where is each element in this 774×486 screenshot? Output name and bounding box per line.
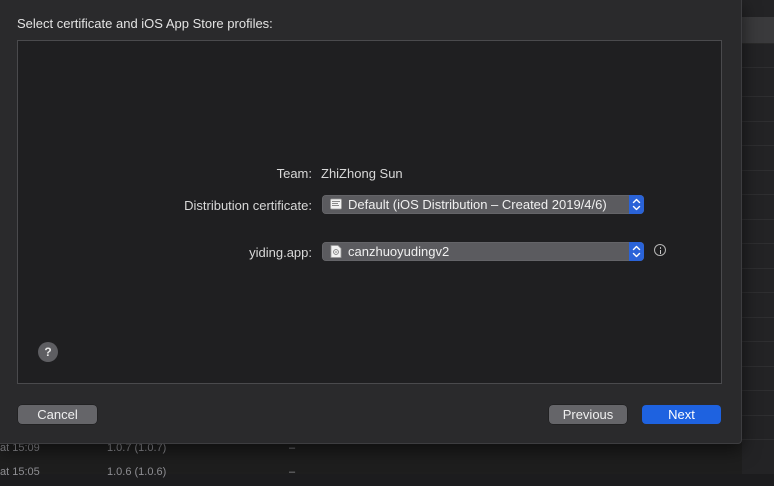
distribution-signing-sheet: Select certificate and iOS App Store pro… [0,0,742,444]
app-profile-label: yiding.app: [249,245,312,260]
archive-status: – [289,466,296,478]
distribution-certificate-popup[interactable]: Default (iOS Distribution – Created 2019… [322,195,644,214]
distribution-certificate-label: Distribution certificate: [184,198,312,213]
app-profile-popup[interactable]: canzhuoyudingv2 [322,242,644,261]
column-header [742,17,774,44]
archive-version: 1.0.6 (1.0.6) [107,466,167,478]
archive-row[interactable]: at 15:05 1.0.6 (1.0.6) – [0,462,742,486]
distribution-certificate-value: Default (iOS Distribution – Created 2019… [348,197,607,212]
chevron-up-down-icon [629,242,644,261]
chevron-up-down-icon [629,195,644,214]
previous-button[interactable]: Previous [549,405,627,424]
app-profile-value: canzhuoyudingv2 [348,244,450,259]
archive-list-column [742,0,774,474]
cancel-button[interactable]: Cancel [18,405,97,424]
next-button[interactable]: Next [642,405,721,424]
team-value: ZhiZhong Sun [321,166,403,181]
sheet-title: Select certificate and iOS App Store pro… [17,16,273,31]
provisioning-profile-icon [330,245,342,258]
info-icon[interactable] [654,244,666,256]
certificate-icon [330,198,342,210]
help-button[interactable]: ? [38,342,58,362]
archive-date: at 15:05 [0,466,40,478]
team-label: Team: [276,166,312,181]
